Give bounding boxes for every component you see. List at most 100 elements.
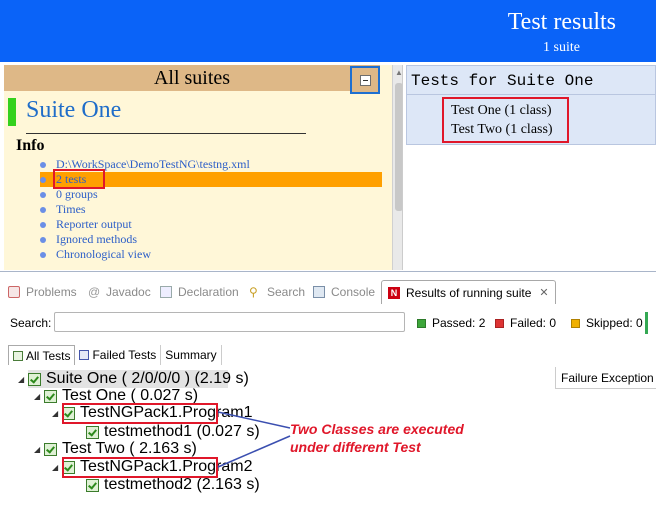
tab-label: All Tests xyxy=(26,348,71,363)
progress-edge xyxy=(645,312,648,334)
tab-label: Problems xyxy=(26,285,77,299)
info-item-label[interactable]: Times xyxy=(56,202,86,216)
method-icon xyxy=(86,478,99,492)
expand-icon[interactable]: ◢ xyxy=(34,445,44,454)
info-item-label[interactable]: 0 groups xyxy=(56,187,98,201)
search-input[interactable] xyxy=(54,312,405,332)
info-heading: Info xyxy=(16,137,45,154)
report-title: Test results xyxy=(507,9,616,35)
test-icon xyxy=(44,442,57,456)
all-suites-header: All suites xyxy=(4,65,380,91)
scroll-up-icon[interactable]: ▲ xyxy=(395,68,402,77)
info-item-groups[interactable]: 0 groups xyxy=(40,187,250,202)
tab-failed-tests[interactable]: Failed Tests xyxy=(75,345,162,365)
tests-panel-header: Tests for Suite One xyxy=(406,65,656,95)
all-tests-icon xyxy=(13,350,23,361)
failed-icon xyxy=(495,318,504,328)
tree-label: Suite One ( 2/0/0/0 ) (2.19 s) xyxy=(46,370,249,387)
tab-label: Console xyxy=(331,285,376,299)
annotation-line: under different Test xyxy=(290,439,421,455)
skipped-icon xyxy=(571,318,580,328)
divider xyxy=(26,133,306,134)
tab-search[interactable]: ⚲ Search xyxy=(249,280,305,304)
tests-panel: Tests for Suite One Test One (1 class) T… xyxy=(406,65,656,270)
passed-icon xyxy=(417,318,426,328)
bullet-icon xyxy=(40,222,46,228)
console-icon xyxy=(313,286,325,298)
tab-label: Search xyxy=(267,285,306,299)
skipped-label: Skipped: 0 xyxy=(586,316,643,330)
problems-icon xyxy=(8,286,20,298)
suite-status-bar xyxy=(8,98,16,126)
collapse-button[interactable] xyxy=(350,66,380,94)
bullet-icon xyxy=(40,162,46,168)
tab-all-tests[interactable]: All Tests xyxy=(8,345,76,365)
collapse-icon xyxy=(360,75,371,86)
info-item-reporter-output[interactable]: Reporter output xyxy=(40,217,250,232)
info-item-ignored-methods[interactable]: Ignored methods xyxy=(40,232,250,247)
info-item-label[interactable]: Chronological view xyxy=(56,247,151,261)
search-label: Search: xyxy=(10,316,52,330)
info-item-chronological-view[interactable]: Chronological view xyxy=(40,247,250,262)
failed-count: Failed: 0 xyxy=(495,316,556,330)
expand-icon[interactable]: ◢ xyxy=(52,409,62,418)
expand-icon[interactable]: ◢ xyxy=(34,392,44,401)
bullet-icon xyxy=(40,192,46,198)
annotation-line: Two Classes are executed xyxy=(290,421,464,437)
view-tab-strip: Problems @ Javadoc Declaration ⚲ Search … xyxy=(0,280,656,304)
failed-label: Failed: 0 xyxy=(510,316,557,330)
failure-exception-header: Failure Exception xyxy=(555,367,656,389)
tab-declaration[interactable]: Declaration xyxy=(160,280,239,304)
suite-name[interactable]: Suite One xyxy=(26,97,121,124)
callout-box-tests xyxy=(53,169,105,189)
close-icon[interactable]: ✕ xyxy=(539,281,548,305)
expand-icon[interactable]: ◢ xyxy=(52,463,62,472)
bullet-icon xyxy=(40,177,46,183)
declaration-icon xyxy=(160,286,172,298)
result-tabs: All Tests Failed Tests Summary xyxy=(8,345,222,365)
callout-box-tests-list xyxy=(442,97,569,143)
passed-count: Passed: 2 xyxy=(417,316,485,330)
bullet-icon xyxy=(40,237,46,243)
tree-node-test-two[interactable]: ◢ Test Two ( 2.163 s) xyxy=(34,440,197,457)
left-scrollbar[interactable]: ▲ xyxy=(392,65,402,270)
method-icon xyxy=(86,425,99,439)
tab-label: Javadoc xyxy=(106,285,151,299)
tab-label: Failed Tests xyxy=(92,348,157,362)
expand-icon[interactable]: ◢ xyxy=(18,375,28,384)
report-banner: Test results 1 suite xyxy=(0,0,656,62)
panel-separator xyxy=(0,271,656,272)
passed-label: Passed: 2 xyxy=(432,316,486,330)
callout-box-class-two xyxy=(62,457,218,478)
tree-node-method-one[interactable]: testmethod1 (0.027 s) xyxy=(86,423,260,440)
testng-icon: N xyxy=(388,286,400,299)
tab-problems[interactable]: Problems xyxy=(8,280,77,304)
tree-node-method-two[interactable]: testmethod2 (2.163 s) xyxy=(86,476,260,493)
search-icon: ⚲ xyxy=(249,285,258,299)
suite-icon xyxy=(28,372,41,386)
tree-node-test-one[interactable]: ◢ Test One ( 0.027 s) xyxy=(34,387,198,404)
annotation-text: Two Classes are executed under different… xyxy=(290,420,464,456)
tree-label: testmethod1 (0.027 s) xyxy=(104,423,260,440)
tab-label: Results of running suite xyxy=(406,285,532,300)
tab-label: Declaration xyxy=(178,285,239,299)
tab-javadoc[interactable]: @ Javadoc xyxy=(88,280,151,304)
skipped-count: Skipped: 0 xyxy=(571,316,643,330)
javadoc-icon: @ xyxy=(88,285,101,299)
tab-results-of-running-suite[interactable]: N Results of running suite ✕ xyxy=(381,280,556,304)
tab-label: Summary xyxy=(165,348,217,362)
suites-panel: All suites ▲ Suite One Info D:\WorkSpace… xyxy=(4,65,403,270)
bullet-icon xyxy=(40,207,46,213)
tab-console[interactable]: Console xyxy=(313,280,375,304)
info-item-label[interactable]: Ignored methods xyxy=(56,232,137,246)
test-icon xyxy=(44,389,57,403)
info-item-label[interactable]: Reporter output xyxy=(56,217,132,231)
tree-label: Test Two ( 2.163 s) xyxy=(62,440,197,457)
scrollbar-thumb[interactable] xyxy=(395,83,402,211)
search-row: Search: Passed: 2 Failed: 0 Skipped: 0 xyxy=(0,310,656,336)
callout-box-class-one xyxy=(62,403,218,424)
info-item-times[interactable]: Times xyxy=(40,202,250,217)
tab-summary[interactable]: Summary xyxy=(161,345,222,365)
tree-label: testmethod2 (2.163 s) xyxy=(104,476,260,493)
tree-node-suite[interactable]: ◢ Suite One ( 2/0/0/0 ) (2.19 s) xyxy=(18,370,249,387)
